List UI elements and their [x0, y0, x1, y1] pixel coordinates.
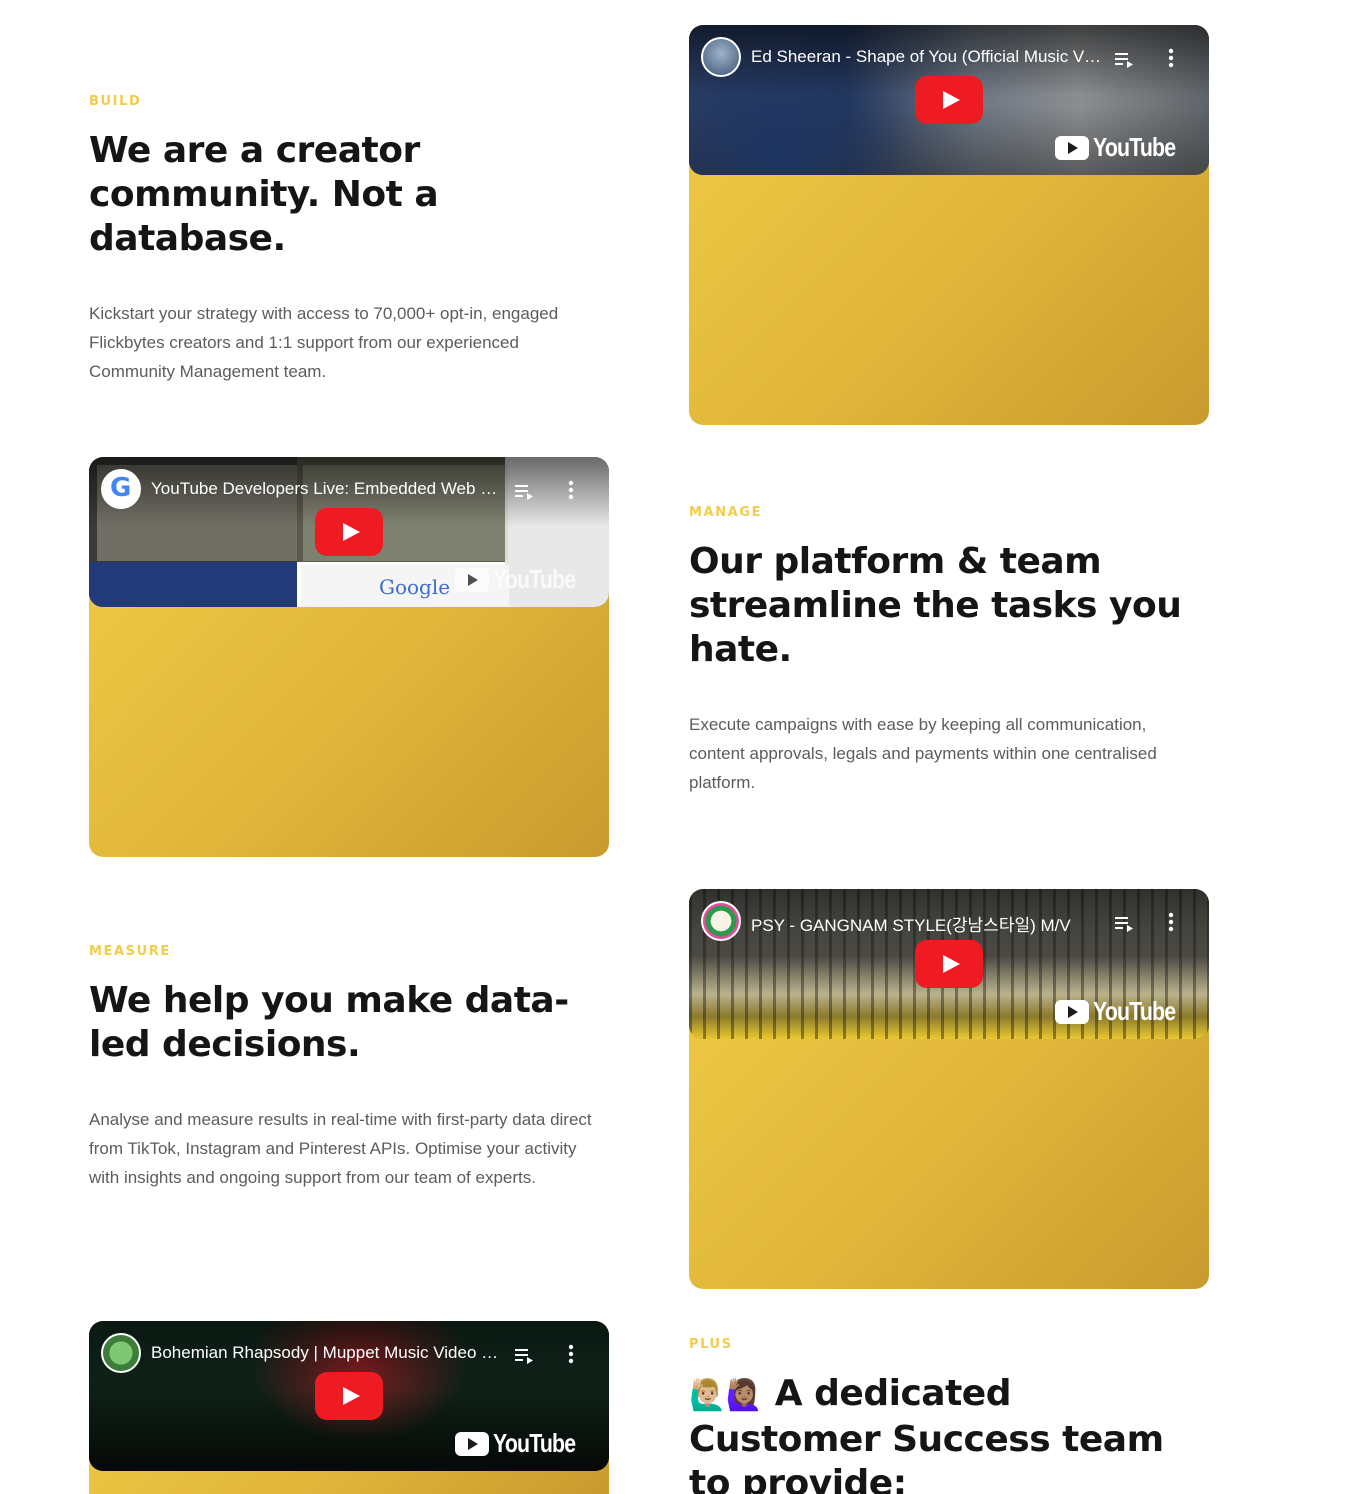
section-body: Execute campaigns with ease by keeping a… — [689, 715, 1157, 792]
youtube-embed[interactable]: Bohemian Rhapsody | Muppet Music Video |… — [89, 1321, 609, 1471]
youtube-play-icon — [1054, 999, 1089, 1024]
plus-section: PLUS 🙋🏼‍♂️🙋🏽‍♀️ A dedicated Customer Suc… — [689, 1337, 1229, 1494]
channel-avatar[interactable] — [701, 901, 741, 941]
google-g-icon: G — [110, 473, 132, 503]
youtube-logo[interactable]: YouTube — [454, 564, 593, 595]
youtube-logo-text: YouTube — [1092, 996, 1176, 1026]
more-options-icon[interactable] — [1167, 47, 1175, 69]
section-headline: 🙋🏼‍♂️🙋🏽‍♀️ A dedicated Customer Success … — [689, 1372, 1209, 1494]
channel-avatar[interactable] — [701, 37, 741, 77]
video-card: Ed Sheeran - Shape of You (Official Musi… — [689, 25, 1209, 425]
section-headline: Our platform & team streamline the tasks… — [689, 541, 1182, 670]
manage-section: MANAGE Our platform & team streamline th… — [689, 505, 1229, 797]
measure-section: MEASURE We help you make data-led decisi… — [89, 944, 629, 1192]
section-eyebrow: MANAGE — [689, 505, 763, 520]
queue-icon[interactable] — [515, 483, 535, 501]
youtube-play-icon — [1054, 135, 1089, 160]
section-headline: We are a creator community. Not a databa… — [89, 130, 439, 259]
video-title[interactable]: PSY - GANGNAM STYLE(강남스타일) M/V — [751, 911, 1101, 936]
youtube-logo-text: YouTube — [492, 564, 576, 594]
video-card: Bohemian Rhapsody | Muppet Music Video |… — [89, 1321, 609, 1494]
video-card: Google maps G YouTube Developers Live: E… — [89, 457, 609, 857]
play-button[interactable] — [315, 508, 383, 556]
video-title[interactable]: Bohemian Rhapsody | Muppet Music Video |… — [151, 1343, 501, 1363]
youtube-logo[interactable]: YouTube — [454, 1428, 593, 1459]
play-button[interactable] — [915, 76, 983, 124]
queue-icon[interactable] — [1115, 915, 1135, 933]
youtube-embed[interactable]: PSY - GANGNAM STYLE(강남스타일) M/V YouTube — [689, 889, 1209, 1039]
queue-icon[interactable] — [515, 1347, 535, 1365]
section-headline: We help you make data-led decisions. — [89, 980, 569, 1065]
section-eyebrow: BUILD — [89, 94, 142, 109]
more-options-icon[interactable] — [567, 1343, 575, 1365]
youtube-play-icon — [454, 567, 489, 592]
section-eyebrow: MEASURE — [89, 944, 171, 959]
youtube-logo-text: YouTube — [492, 1428, 576, 1458]
build-section: BUILD We are a creator community. Not a … — [89, 94, 629, 386]
channel-avatar[interactable] — [101, 1333, 141, 1373]
more-options-icon[interactable] — [1167, 911, 1175, 933]
section-eyebrow: PLUS — [689, 1337, 733, 1352]
youtube-embed[interactable]: Google maps G YouTube Developers Live: E… — [89, 457, 609, 607]
play-button[interactable] — [315, 1372, 383, 1420]
play-button[interactable] — [915, 940, 983, 988]
queue-icon[interactable] — [1115, 51, 1135, 69]
video-title[interactable]: YouTube Developers Live: Embedded Web Pl… — [151, 479, 501, 499]
youtube-logo[interactable]: YouTube — [1054, 996, 1193, 1027]
section-body: Kickstart your strategy with access to 7… — [89, 304, 559, 381]
more-options-icon[interactable] — [567, 479, 575, 501]
video-card: PSY - GANGNAM STYLE(강남스타일) M/V YouTube — [689, 889, 1209, 1289]
youtube-logo[interactable]: YouTube — [1054, 132, 1193, 163]
youtube-embed[interactable]: Ed Sheeran - Shape of You (Official Musi… — [689, 25, 1209, 175]
channel-avatar[interactable]: G — [101, 469, 141, 509]
youtube-logo-text: YouTube — [1092, 132, 1176, 162]
video-title[interactable]: Ed Sheeran - Shape of You (Official Musi… — [751, 47, 1101, 67]
youtube-play-icon — [454, 1431, 489, 1456]
section-body: Analyse and measure results in real-time… — [89, 1110, 592, 1187]
raising-hands-emoji: 🙋🏼‍♂️🙋🏽‍♀️ — [689, 1378, 763, 1413]
